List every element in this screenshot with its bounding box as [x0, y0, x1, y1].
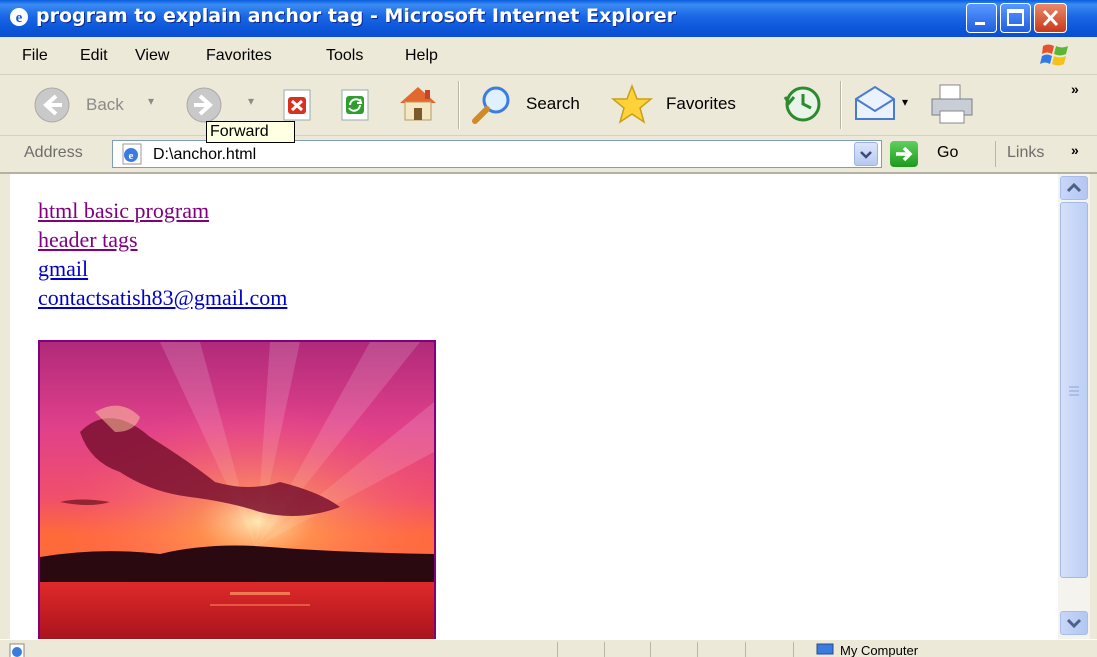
- maximize-icon: [1007, 9, 1024, 26]
- menu-view[interactable]: View: [135, 47, 169, 65]
- history-icon: [783, 86, 821, 122]
- svg-text:e: e: [16, 10, 23, 26]
- refresh-button[interactable]: [338, 87, 374, 123]
- minimize-icon: [975, 22, 985, 25]
- standard-toolbar: Back ▾ ▾ Search Favorites ▾ »: [0, 75, 1097, 136]
- address-separator: [995, 141, 996, 167]
- favorites-star-icon: [610, 83, 654, 124]
- forward-button[interactable]: ▾: [184, 85, 264, 125]
- browser-window: e program to explain anchor tag - Micros…: [0, 0, 1097, 657]
- favorites-button[interactable]: Favorites: [610, 83, 760, 125]
- menu-bar: File Edit View Favorites Tools Help: [0, 37, 1097, 75]
- history-button[interactable]: [780, 83, 826, 125]
- chevron-down-icon: [1066, 618, 1082, 629]
- forward-icon: [186, 87, 222, 123]
- forward-tooltip: Forward: [206, 121, 295, 143]
- scroll-up-button[interactable]: [1060, 176, 1088, 200]
- home-button[interactable]: [396, 83, 440, 123]
- go-arrow-icon: [896, 146, 913, 162]
- computer-zone-icon: [816, 643, 834, 655]
- toolbar-more-chevron[interactable]: »: [1071, 81, 1079, 97]
- grip-icon: [1069, 386, 1079, 396]
- menu-file[interactable]: File: [22, 47, 48, 65]
- menu-edit[interactable]: Edit: [80, 47, 108, 65]
- scroll-thumb[interactable]: [1060, 202, 1088, 578]
- go-button[interactable]: [890, 141, 918, 167]
- back-icon: [34, 87, 70, 123]
- title-bar[interactable]: e program to explain anchor tag - Micros…: [0, 0, 1097, 37]
- mail-button[interactable]: ▾: [852, 83, 916, 125]
- vertical-scrollbar[interactable]: [1058, 174, 1090, 639]
- links-label[interactable]: Links: [1007, 144, 1044, 162]
- favorites-label: Favorites: [666, 94, 736, 113]
- forward-dropdown-icon[interactable]: ▾: [248, 94, 254, 108]
- link-gmail[interactable]: gmail: [38, 256, 88, 282]
- back-dropdown-icon[interactable]: ▾: [148, 94, 154, 108]
- zone-label: My Computer: [840, 643, 919, 657]
- stop-button[interactable]: [280, 87, 316, 123]
- status-divider: [793, 642, 794, 657]
- chevron-up-icon: [1066, 182, 1082, 193]
- page-content: html basic program header tags gmail con…: [10, 174, 1058, 639]
- link-html-basic-program[interactable]: html basic program: [38, 198, 209, 224]
- windows-logo-icon: [1040, 44, 1068, 66]
- address-label: Address: [24, 144, 83, 161]
- sunset-image[interactable]: [38, 340, 436, 639]
- close-icon: [1042, 9, 1059, 27]
- link-email[interactable]: contactsatish83@gmail.com: [38, 285, 287, 311]
- svg-text:e: e: [129, 150, 134, 162]
- address-bar: Address e D:\anchor.html Go Links »: [0, 136, 1097, 174]
- toolbar-separator: [458, 81, 460, 129]
- address-dropdown-button[interactable]: [854, 142, 878, 166]
- search-button[interactable]: Search: [470, 83, 594, 125]
- status-divider: [557, 642, 558, 657]
- menu-favorites[interactable]: Favorites: [206, 47, 272, 65]
- page-status-icon: [9, 643, 25, 657]
- sunset-picture: [40, 342, 434, 639]
- ie-page-icon: e: [122, 143, 142, 165]
- print-button[interactable]: [928, 81, 976, 127]
- back-button[interactable]: Back ▾: [28, 85, 168, 125]
- search-label: Search: [526, 94, 580, 113]
- chevron-down-icon: [860, 151, 872, 159]
- close-button[interactable]: [1034, 3, 1067, 33]
- status-divider: [697, 642, 698, 657]
- address-input[interactable]: e D:\anchor.html: [112, 140, 882, 168]
- mail-dropdown-icon[interactable]: ▾: [902, 95, 908, 109]
- ie-icon: e: [10, 8, 28, 26]
- scroll-down-button[interactable]: [1060, 611, 1088, 635]
- link-header-tags[interactable]: header tags: [38, 227, 138, 253]
- status-divider: [604, 642, 605, 657]
- search-icon: [472, 86, 510, 124]
- links-more-chevron[interactable]: »: [1071, 142, 1079, 158]
- window-title: program to explain anchor tag - Microsof…: [36, 5, 677, 27]
- home-icon: [400, 87, 436, 121]
- address-value: D:\anchor.html: [153, 146, 257, 163]
- minimize-button[interactable]: [966, 3, 997, 33]
- menu-help[interactable]: Help: [405, 47, 438, 65]
- status-divider: [745, 642, 746, 657]
- menu-tools[interactable]: Tools: [326, 47, 363, 65]
- mail-icon: [855, 85, 895, 120]
- back-label: Back: [86, 95, 124, 114]
- stop-icon: [283, 89, 311, 121]
- status-divider: [650, 642, 651, 657]
- maximize-button[interactable]: [1000, 3, 1031, 33]
- print-icon: [931, 84, 973, 124]
- go-label[interactable]: Go: [937, 144, 958, 162]
- refresh-icon: [341, 89, 369, 121]
- toolbar-separator: [840, 81, 842, 129]
- status-bar: My Computer: [0, 639, 1097, 657]
